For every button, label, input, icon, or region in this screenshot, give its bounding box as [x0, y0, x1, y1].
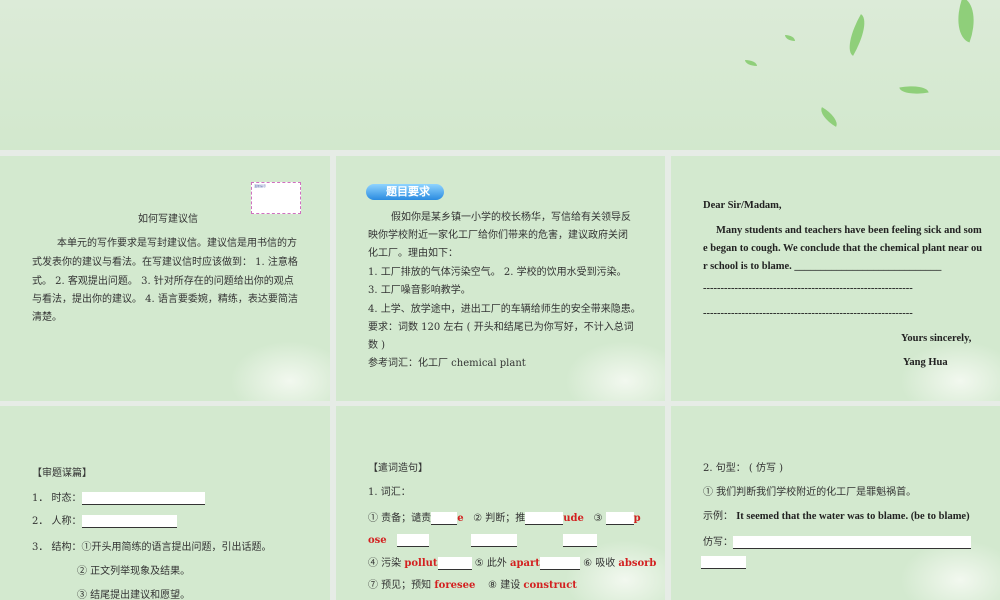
letter-line: r school is to blame. __________________… — [703, 261, 942, 272]
vocab-row: ① 责备；谴责 e ② 判断；推 ude ③ p — [368, 512, 641, 525]
vocab-item: ④ 污染 — [368, 558, 405, 569]
item-person: 2． 人称： — [32, 515, 177, 528]
vocab-row: ④ 污染 pollut ⑤ 此外 apart ⑥ 吸收 absorb — [368, 557, 656, 570]
item-structure: 3． 结构：①开头用简练的语言提出问题，引出话题。 — [32, 542, 272, 553]
body-line: 本单元的写作要求是写封建议信。建议信是用书信的方 — [57, 238, 297, 249]
answer-blank[interactable] — [397, 534, 429, 547]
vocab-item: ⑥ 吸收 — [583, 558, 619, 569]
item-label: 1． 时态： — [32, 493, 82, 504]
section-heading: 2. 句型： ( 仿写 ) — [703, 463, 784, 474]
slide-thumbnail-3[interactable]: Dear Sir/Madam, Many students and teache… — [671, 156, 1000, 401]
vocab-word: e — [457, 513, 464, 524]
letter-signature: Yang Hua — [903, 357, 948, 368]
imitate-label: 仿写： — [703, 537, 733, 548]
body-line: 4. 上学、放学途中，进出工厂的车辆给师生的安全带来隐患。 — [368, 304, 641, 315]
vocab-item: ⑦ 预见；预知 — [368, 580, 435, 591]
body-line: 数 ) — [368, 340, 386, 351]
vocab-label: 1. 词汇： — [368, 487, 411, 498]
title-banner — [0, 0, 1000, 150]
sentence-item: ① 我们判断我们学校附近的化工厂是罪魁祸首。 — [703, 487, 917, 498]
slide-thumbnail-2[interactable]: 题目要求 假如你是某乡镇一小学的校长杨华，写信给有关领导反 映你学校附近一家化工… — [336, 156, 665, 401]
answer-blank[interactable] — [437, 557, 472, 570]
body-line: 与看法，提出你的建议。 4. 语言要委婉，精练，表达要简洁 — [32, 294, 298, 305]
requirement-badge: 题目要求 — [366, 184, 444, 200]
vocab-item: ① 责备；谴责 — [368, 513, 432, 524]
leaf-decoration-icon — [899, 82, 929, 98]
vocab-item: ⑤ 此外 — [474, 558, 511, 569]
glow-decoration — [900, 341, 1000, 401]
body-line: 假如你是某乡镇一小学的校长杨华，写信给有关领导反 — [391, 212, 631, 223]
body-line: 清楚。 — [32, 312, 62, 323]
example-highlight: was to blame — [847, 511, 906, 522]
answer-blank[interactable] — [733, 536, 971, 549]
vocab-row: ⑦ 预见；预知 foresee ⑧ 建设 construct — [368, 581, 577, 591]
letter-line: Many students and teachers have been fee… — [716, 225, 982, 236]
answer-blank[interactable] — [701, 556, 746, 569]
example-label: 示例： — [703, 511, 737, 522]
answer-blank[interactable] — [539, 557, 580, 570]
dash-line: ----------------------------------------… — [703, 283, 913, 294]
answer-blank[interactable] — [525, 512, 564, 525]
vocab-word: apart — [510, 558, 540, 569]
leaf-decoration-icon — [785, 35, 795, 41]
tip-note: 温馨提示 — [251, 182, 301, 214]
vocab-item: ③ — [593, 513, 606, 524]
glow-decoration — [565, 540, 665, 600]
letter-line: e began to cough. We conclude that the c… — [703, 243, 983, 254]
answer-blank[interactable] — [471, 534, 517, 547]
answer-blank[interactable] — [431, 512, 458, 525]
body-line: 1. 工厂排放的气体污染空气。 2. 学校的饮用水受到污染。 — [368, 267, 627, 278]
answer-blank[interactable] — [605, 512, 634, 525]
body-line: 映你学校附近一家化工厂给你们带来的危害，建议政府关闭 — [368, 230, 628, 241]
vocab-item: ⑧ 建设 — [488, 580, 524, 591]
body-line: 3. 工厂噪音影响教学。 — [368, 285, 471, 296]
item-label: 2． 人称： — [32, 516, 82, 527]
slide-thumbnail-5[interactable]: 【遣词造句】 1. 词汇： ① 责备；谴责 e ② 判断；推 ude ③ p ose… — [336, 406, 665, 600]
vocab-word: ude — [563, 513, 584, 524]
leaf-decoration-icon — [745, 60, 757, 66]
example-text: It seemed that the water — [736, 511, 848, 522]
vocab-word: p — [633, 513, 641, 524]
imitate-row: 仿写： — [703, 536, 971, 549]
dash-line: ----------------------------------------… — [703, 308, 913, 319]
vocab-word: ose — [368, 535, 387, 546]
item-tense: 1． 时态： — [32, 492, 205, 505]
answer-blank[interactable] — [81, 492, 205, 505]
vocab-item: ② 判断；推 — [473, 513, 526, 524]
body-line: 化工厂。理由如下： — [368, 248, 458, 259]
answer-blank[interactable] — [81, 515, 177, 528]
vocab-word: foresee — [434, 580, 476, 591]
leaf-decoration-icon — [948, 0, 984, 43]
slide-title: 如何写建议信 — [138, 214, 198, 225]
leaf-decoration-icon — [840, 14, 874, 56]
letter-greeting: Dear Sir/Madam, — [703, 200, 782, 211]
slide-thumbnail-4[interactable]: 【审题谋篇】 1． 时态： 2． 人称： 3． 结构：①开头用简练的语言提出问题… — [0, 406, 330, 600]
slide-thumbnail-1[interactable]: 温馨提示 如何写建议信 本单元的写作要求是写封建议信。建议信是用书信的方 式发表… — [0, 156, 330, 401]
vocab-word: pollut — [404, 558, 438, 569]
vocab-word: construct — [523, 580, 577, 591]
letter-closing: Yours sincerely, — [901, 333, 972, 344]
example-text: . (be to blame) — [905, 511, 970, 522]
answer-blank[interactable] — [563, 534, 597, 547]
tip-note-label: 温馨提示 — [254, 184, 267, 188]
slide-thumbnail-6[interactable]: 2. 句型： ( 仿写 ) ① 我们判断我们学校附近的化工厂是罪魁祸首。 示例：… — [671, 406, 1000, 600]
leaf-decoration-icon — [816, 107, 842, 127]
glow-decoration — [230, 341, 330, 401]
body-line: 参考词汇：化工厂 chemical plant — [368, 358, 526, 369]
glow-decoration — [565, 341, 665, 401]
body-line: 要求：词数 120 左右 ( 开头和结尾已为你写好，不计入总词 — [368, 322, 634, 333]
vocab-word: absorb — [618, 558, 657, 569]
section-heading: 【审题谋篇】 — [32, 468, 92, 479]
example-sentence: 示例： It seemed that the water was to blam… — [703, 511, 970, 523]
structure-sub: ③ 结尾提出建议和愿望。 — [77, 590, 191, 600]
body-line: 式发表你的建议与看法。在写建议信时应该做到： 1. 注意格 — [32, 257, 298, 268]
body-line: 式。 2. 客观提出问题。 3. 针对所存在的问题给出你的观点 — [32, 276, 294, 287]
glow-decoration — [900, 540, 1000, 600]
section-heading: 【遣词造句】 — [368, 463, 428, 474]
structure-sub: ② 正文列举现象及结果。 — [77, 566, 191, 577]
